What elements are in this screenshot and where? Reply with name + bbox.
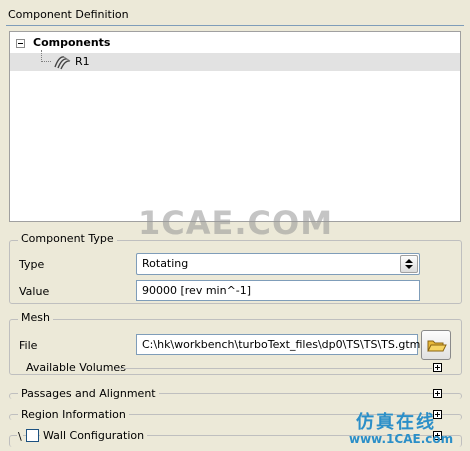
passages-expand-icon[interactable] bbox=[433, 389, 442, 398]
browse-button[interactable] bbox=[421, 330, 451, 360]
mesh-title: Mesh bbox=[18, 311, 53, 324]
component-tree[interactable]: Components R1 bbox=[9, 31, 461, 222]
tree-item-label: R1 bbox=[75, 55, 90, 68]
passages-label[interactable]: Passages and Alignment bbox=[18, 387, 159, 400]
mesh-file-path: C:\hk\workbench\turboText_files\dp0\TS\T… bbox=[142, 338, 421, 351]
tree-root-components[interactable]: Components bbox=[33, 36, 110, 49]
wall-prefix: \ bbox=[17, 430, 23, 443]
minus-box-icon[interactable] bbox=[16, 39, 25, 48]
watermark-chinese: 仿真在线 bbox=[356, 412, 436, 433]
mesh-file-input[interactable]: C:\hk\workbench\turboText_files\dp0\TS\T… bbox=[136, 334, 421, 355]
component-definition-title: Component Definition bbox=[8, 8, 129, 21]
type-select[interactable]: Rotating bbox=[136, 253, 420, 275]
type-label: Type bbox=[19, 258, 45, 271]
wall-label[interactable]: Wall Configuration bbox=[40, 429, 148, 442]
tree-connector bbox=[41, 61, 51, 62]
section-divider bbox=[6, 25, 464, 26]
component-type-title: Component Type bbox=[18, 232, 117, 245]
wall-configuration-checkbox[interactable] bbox=[26, 429, 39, 442]
region-label[interactable]: Region Information bbox=[18, 408, 129, 421]
watermark-center: 1CAE.COM bbox=[138, 204, 334, 242]
open-folder-icon bbox=[427, 340, 447, 352]
watermark-url: www.1CAE.com bbox=[349, 432, 454, 446]
available-volumes-expand-icon[interactable] bbox=[433, 363, 442, 372]
up-down-arrow-icon[interactable] bbox=[400, 255, 418, 273]
available-volumes-line bbox=[116, 368, 432, 369]
file-label: File bbox=[19, 339, 38, 352]
value-label: Value bbox=[19, 285, 50, 298]
available-volumes-bottom-line bbox=[20, 374, 450, 375]
value-input-text: 90000 [rev min^-1] bbox=[142, 284, 252, 297]
tree-item-r1[interactable]: R1 bbox=[10, 53, 460, 71]
rotor-component-icon bbox=[54, 56, 71, 70]
available-volumes-label: Available Volumes bbox=[26, 361, 126, 374]
value-input[interactable]: 90000 [rev min^-1] bbox=[136, 280, 420, 301]
type-select-value: Rotating bbox=[142, 257, 189, 270]
